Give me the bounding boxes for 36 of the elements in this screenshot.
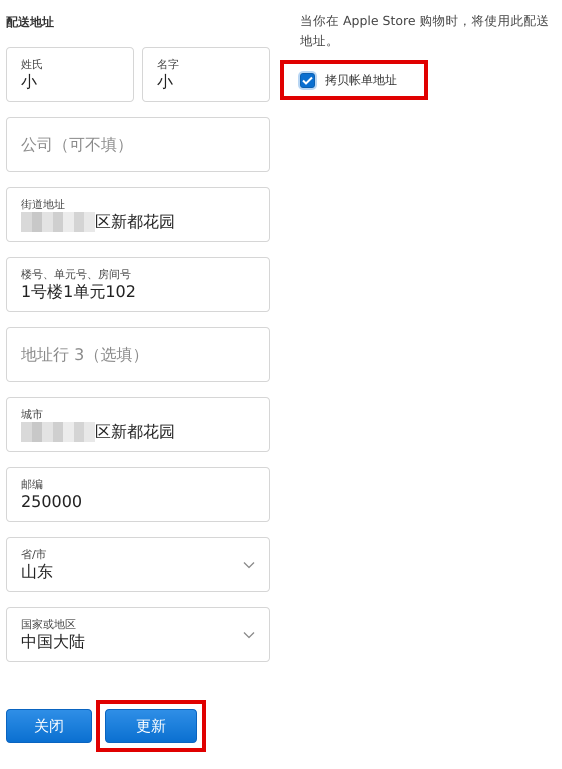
checkbox[interactable] — [300, 72, 315, 88]
input-field[interactable]: 街道地址 区新都花园 — [6, 187, 270, 242]
input-field[interactable]: 地址行 3（选填） — [6, 327, 270, 382]
dropdown-field[interactable]: 省/市 山东 — [6, 537, 270, 592]
input-field[interactable]: 邮编 250000 — [6, 467, 270, 522]
text-input[interactable]: 公司（可不填） — [21, 134, 255, 154]
text-input[interactable]: 1号楼1单元102 — [21, 282, 255, 302]
field-label: 省/市 — [21, 548, 47, 562]
field-label: 姓氏 — [21, 58, 43, 72]
field-label: 街道地址 — [21, 198, 65, 212]
input-field[interactable]: 公司（可不填） — [6, 117, 270, 172]
section-heading: 配送地址 — [6, 14, 55, 31]
input-field[interactable]: 城市 区新都花园 — [6, 397, 270, 452]
update-button[interactable]: 更新 — [105, 709, 197, 743]
field-label: 名字 — [157, 58, 179, 72]
field-label: 国家或地区 — [21, 618, 76, 632]
field-label: 邮编 — [21, 478, 43, 492]
text-input[interactable]: 250000 — [21, 492, 255, 512]
dropdown-field[interactable]: 国家或地区 中国大陆 — [6, 607, 270, 662]
checkbox-label[interactable]: 拷贝帐单地址 — [325, 72, 397, 88]
text-input[interactable]: 小 — [21, 72, 119, 92]
text-input[interactable]: 地址行 3（选填） — [21, 344, 255, 364]
text-input[interactable]: 中国大陆 — [21, 632, 243, 652]
input-field[interactable]: 名字 小 — [142, 47, 270, 102]
info-text: 当你在 Apple Store 购物时，将使用此配送地址。 — [300, 12, 551, 50]
text-input[interactable]: 区新都花园 — [95, 422, 255, 442]
field-label: 城市 — [21, 408, 43, 422]
chevron-down-icon — [243, 630, 255, 638]
text-input[interactable]: 区新都花园 — [95, 212, 255, 232]
chevron-down-icon — [243, 560, 255, 568]
field-label: 楼号、单元号、房间号 — [21, 268, 131, 282]
input-field[interactable]: 楼号、单元号、房间号 1号楼1单元102 — [6, 257, 270, 312]
text-input[interactable]: 山东 — [21, 562, 243, 582]
input-field[interactable]: 姓氏 小 — [6, 47, 134, 102]
text-input[interactable]: 小 — [157, 72, 255, 92]
close-button[interactable]: 关闭 — [6, 709, 92, 743]
